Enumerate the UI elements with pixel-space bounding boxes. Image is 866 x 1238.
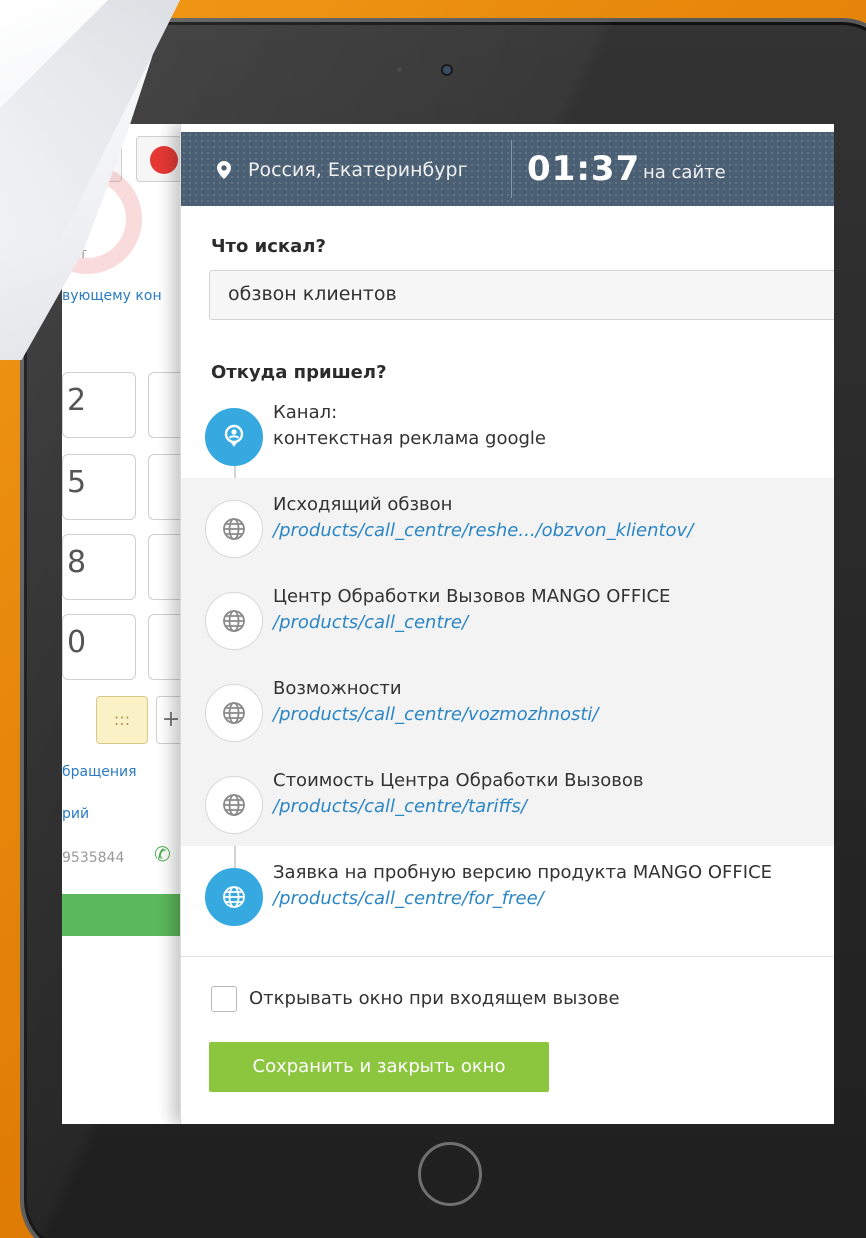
dial-key[interactable]: 5 <box>62 454 136 520</box>
open-on-incoming-label[interactable]: Открывать окно при входящем вызове <box>249 988 620 1009</box>
search-query-label: Что искал? <box>211 236 326 257</box>
globe-icon <box>205 592 263 650</box>
visited-page-title: Центр Обработки Вызовов MANGO OFFICE <box>273 586 671 607</box>
globe-icon <box>205 500 263 558</box>
visited-page-url[interactable]: /products/call_centre/ <box>273 612 468 633</box>
visitor-info-panel: Россия, Екатеринбург 01:37 на сайте Что … <box>180 124 834 1124</box>
source-label: Откуда пришел? <box>211 362 387 383</box>
time-on-site: 01:37 <box>527 149 641 189</box>
map-pin-icon <box>217 161 231 179</box>
incoming-call-icon[interactable]: ✆ <box>154 842 171 866</box>
visited-page-url[interactable]: /products/call_centre/for_free/ <box>273 888 544 909</box>
timeline-step-channel: Канал: контекстная реклама google <box>181 386 834 478</box>
save-and-close-button[interactable]: Сохранить и закрыть окно <box>209 1042 549 1092</box>
visited-page-title: Стоимость Центра Обработки Вызовов <box>273 770 644 791</box>
panel-header: Россия, Екатеринбург 01:37 на сайте <box>181 132 834 206</box>
globe-icon <box>205 776 263 834</box>
home-button[interactable] <box>418 1142 482 1206</box>
bg-phone-number: 9535844 <box>62 850 125 866</box>
header-divider <box>511 140 512 198</box>
tablet-sensor <box>397 67 402 72</box>
channel-value: контекстная реклама google <box>273 428 547 449</box>
dial-key[interactable]: 2 <box>62 372 136 438</box>
dial-key[interactable]: 0 <box>62 614 136 680</box>
bg-transfer-link[interactable]: вующему кон <box>62 288 162 304</box>
screen: акт вующему кон 2 5 8 0 ::: + бращения р… <box>62 124 834 1124</box>
search-query-field[interactable]: обзвон клиентов <box>209 270 834 320</box>
tablet-camera <box>441 64 453 76</box>
visited-page-title: Заявка на пробную версию продукта MANGO … <box>273 862 773 883</box>
timeline-step-page: Центр Обработки Вызовов MANGO OFFICE /pr… <box>181 570 834 662</box>
visited-page-title: Исходящий обзвон <box>273 494 453 515</box>
record-icon <box>150 146 178 174</box>
channel-icon <box>205 408 263 466</box>
visited-page-url[interactable]: /products/call_centre/tariffs/ <box>273 796 527 817</box>
timeline-step-page: Возможности /products/call_centre/vozmoz… <box>181 662 834 754</box>
globe-icon <box>205 684 263 742</box>
visited-page-url[interactable]: /products/call_centre/vozmozhnosti/ <box>273 704 598 725</box>
visitor-location: Россия, Екатеринбург <box>248 159 468 181</box>
visited-page-url[interactable]: /products/call_centre/reshe.../obzvon_kl… <box>273 520 693 541</box>
timeline-step-page: Исходящий обзвон /products/call_centre/r… <box>181 478 834 570</box>
bg-appeals-link[interactable]: бращения <box>62 764 137 780</box>
channel-title: Канал: <box>273 402 338 423</box>
dial-key[interactable]: 8 <box>62 534 136 600</box>
timeline-step-page-current: Заявка на пробную версию продукта MANGO … <box>181 846 834 938</box>
time-on-site-label: на сайте <box>643 162 726 183</box>
visited-page-title: Возможности <box>273 678 402 699</box>
globe-icon <box>205 868 263 926</box>
timeline-step-page: Стоимость Центра Обработки Вызовов /prod… <box>181 754 834 846</box>
open-on-incoming-checkbox[interactable] <box>211 986 237 1012</box>
bg-history-link[interactable]: рий <box>62 806 89 822</box>
keypad-icon[interactable]: ::: <box>96 696 148 744</box>
user-pin-icon <box>224 424 244 447</box>
footer-divider <box>181 956 834 957</box>
